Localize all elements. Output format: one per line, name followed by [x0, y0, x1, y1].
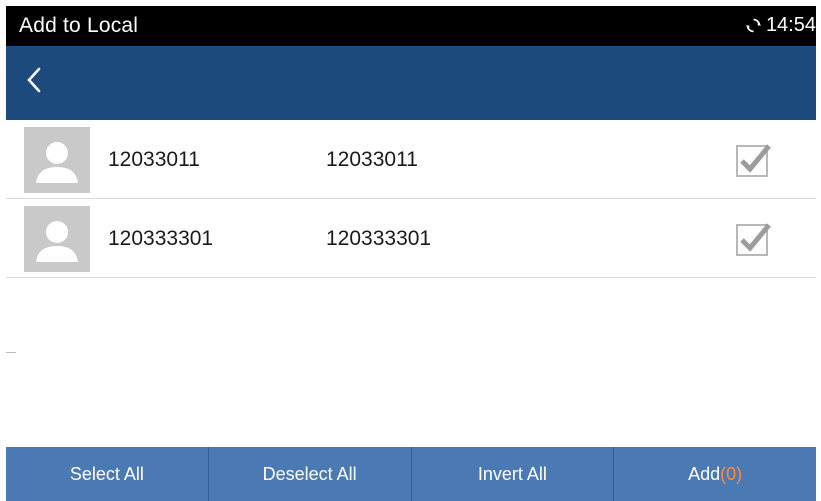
contact-list: 12033011 12033011 120333301 120333301: [6, 120, 816, 278]
action-bar: Select All Deselect All Invert All Add (0…: [6, 447, 816, 501]
screen: Add to Local 14:54 12033011 12033011 120…: [6, 6, 816, 501]
contact-name: 120333301: [108, 227, 214, 250]
status-right: 14:54: [745, 14, 816, 37]
chevron-left-icon[interactable]: [20, 64, 48, 96]
page-title: Add to Local: [19, 14, 139, 37]
invert-all-label: Invert All: [477, 463, 547, 484]
contact-row[interactable]: 120333301 120333301: [6, 199, 816, 278]
contact-name: 12033011: [108, 148, 200, 171]
invert-all-button[interactable]: Invert All: [412, 447, 615, 501]
deselect-all-label: Deselect All: [262, 463, 357, 484]
add-label: Add: [688, 463, 721, 484]
divider: [6, 352, 16, 353]
sync-icon: [745, 18, 762, 33]
add-button[interactable]: Add (0): [614, 447, 816, 501]
select-all-button[interactable]: Select All: [6, 447, 209, 501]
deselect-all-button[interactable]: Deselect All: [209, 447, 412, 501]
person-icon: [24, 206, 90, 272]
add-count: (0): [720, 463, 743, 484]
nav-bar: [6, 46, 816, 120]
avatar: [24, 206, 90, 272]
contact-number: 120333301: [326, 227, 432, 250]
clock: 14:54: [765, 14, 816, 36]
contact-row[interactable]: 12033011 12033011: [6, 120, 816, 199]
status-bar: Add to Local 14:54: [6, 6, 816, 46]
select-all-label: Select All: [69, 463, 144, 484]
checkbox-checked-icon[interactable]: [733, 140, 773, 178]
checkbox-checked-icon[interactable]: [733, 219, 773, 257]
avatar: [24, 127, 90, 193]
person-icon: [24, 127, 90, 193]
contact-number: 12033011: [326, 148, 418, 171]
